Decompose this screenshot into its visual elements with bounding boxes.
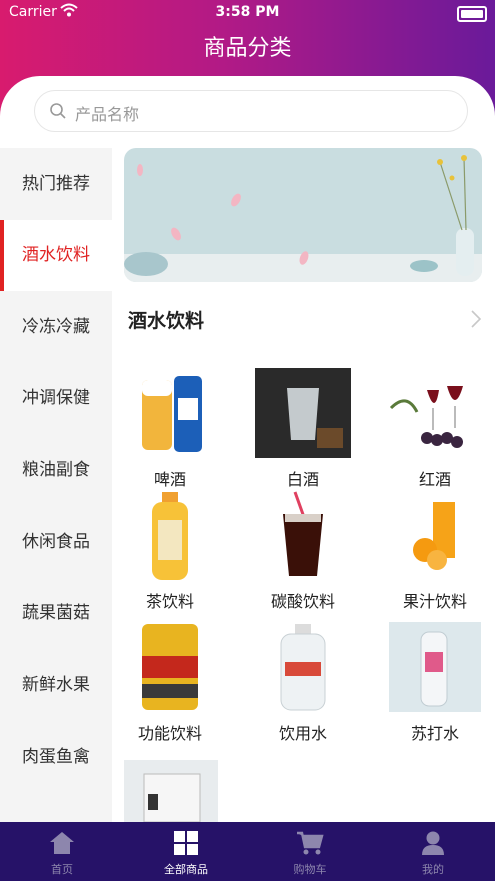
user-icon bbox=[422, 831, 444, 855]
soda-water-image bbox=[389, 622, 481, 712]
grid-icon bbox=[174, 831, 198, 855]
beer-image bbox=[142, 376, 202, 452]
sidebar-item-vegetables[interactable]: 蔬果菌菇 bbox=[0, 578, 112, 649]
battery-icon bbox=[457, 6, 487, 22]
product-soda-water[interactable]: 苏打水 bbox=[375, 622, 495, 744]
juice-image bbox=[413, 502, 455, 570]
product-juice[interactable]: 果汁饮料 bbox=[375, 490, 495, 612]
baijiu-image bbox=[255, 368, 351, 458]
bottom-tab-bar: 首页 全部商品 购物车 我的 bbox=[0, 822, 495, 881]
tab-home[interactable]: 首页 bbox=[0, 822, 124, 881]
sidebar-item-fruit[interactable]: 新鲜水果 bbox=[0, 650, 112, 721]
product-baijiu[interactable]: 白酒 bbox=[243, 368, 363, 490]
tab-label: 全部商品 bbox=[164, 863, 208, 876]
product-name: 果汁饮料 bbox=[402, 592, 467, 611]
search-icon bbox=[50, 103, 66, 119]
product-name: 茶饮料 bbox=[145, 592, 194, 611]
product-name: 饮用水 bbox=[278, 724, 327, 743]
product-name: 苏打水 bbox=[410, 724, 459, 743]
sidebar-item-drinks[interactable]: 酒水饮料 bbox=[0, 220, 112, 291]
chevron-right-icon[interactable] bbox=[470, 309, 482, 329]
sidebar-item-snacks[interactable]: 休闲食品 bbox=[0, 507, 112, 578]
product-partial[interactable] bbox=[124, 760, 218, 822]
banner-image bbox=[124, 148, 482, 282]
tab-cart[interactable]: 购物车 bbox=[248, 822, 372, 881]
product-name: 白酒 bbox=[286, 470, 319, 489]
sidebar-item-hot[interactable]: 热门推荐 bbox=[0, 149, 112, 220]
product-name: 功能饮料 bbox=[137, 724, 202, 743]
soda-image bbox=[283, 491, 323, 576]
category-sidebar: 热门推荐 酒水饮料 冷冻冷藏 冲调保健 粮油副食 休闲食品 蔬果菌菇 新鲜水果 … bbox=[0, 148, 112, 822]
tab-mine[interactable]: 我的 bbox=[371, 822, 495, 881]
product-name: 啤酒 bbox=[153, 470, 186, 489]
can-image bbox=[124, 760, 218, 822]
tab-label: 首页 bbox=[51, 863, 73, 876]
product-red-wine[interactable]: 红酒 bbox=[375, 368, 495, 490]
cart-icon bbox=[297, 831, 324, 855]
status-bar: Carrier 3:58 PM bbox=[0, 3, 495, 24]
water-image bbox=[280, 624, 326, 711]
red-wine-image bbox=[389, 386, 463, 448]
sidebar-item-health[interactable]: 冲调保健 bbox=[0, 363, 112, 434]
energy-drink-image bbox=[142, 624, 198, 710]
home-icon bbox=[50, 832, 74, 854]
sidebar-item-meat-egg[interactable]: 肉蛋鱼禽 bbox=[0, 722, 112, 793]
status-time: 3:58 PM bbox=[215, 4, 280, 20]
product-energy-drink[interactable]: 功能饮料 bbox=[110, 622, 230, 744]
page-title: 商品分类 bbox=[203, 36, 292, 61]
product-water[interactable]: 饮用水 bbox=[243, 622, 363, 744]
tab-label: 我的 bbox=[422, 863, 444, 876]
product-name: 碳酸饮料 bbox=[270, 592, 335, 611]
tab-all-products[interactable]: 全部商品 bbox=[124, 822, 248, 881]
product-name: 红酒 bbox=[418, 470, 451, 489]
sidebar-item-grain-oil[interactable]: 粮油副食 bbox=[0, 435, 112, 506]
product-tea-drink[interactable]: 茶饮料 bbox=[110, 490, 230, 612]
category-banner[interactable] bbox=[124, 148, 482, 282]
tea-drink-image bbox=[152, 492, 188, 580]
product-soda[interactable]: 碳酸饮料 bbox=[243, 490, 363, 612]
tab-label: 购物车 bbox=[293, 863, 327, 876]
sidebar-item-frozen[interactable]: 冷冻冷藏 bbox=[0, 292, 112, 363]
search-input[interactable]: 产品名称 bbox=[34, 90, 468, 132]
search-placeholder: 产品名称 bbox=[75, 105, 140, 124]
product-beer[interactable]: 啤酒 bbox=[110, 368, 230, 490]
section-title: 酒水饮料 bbox=[128, 310, 205, 332]
